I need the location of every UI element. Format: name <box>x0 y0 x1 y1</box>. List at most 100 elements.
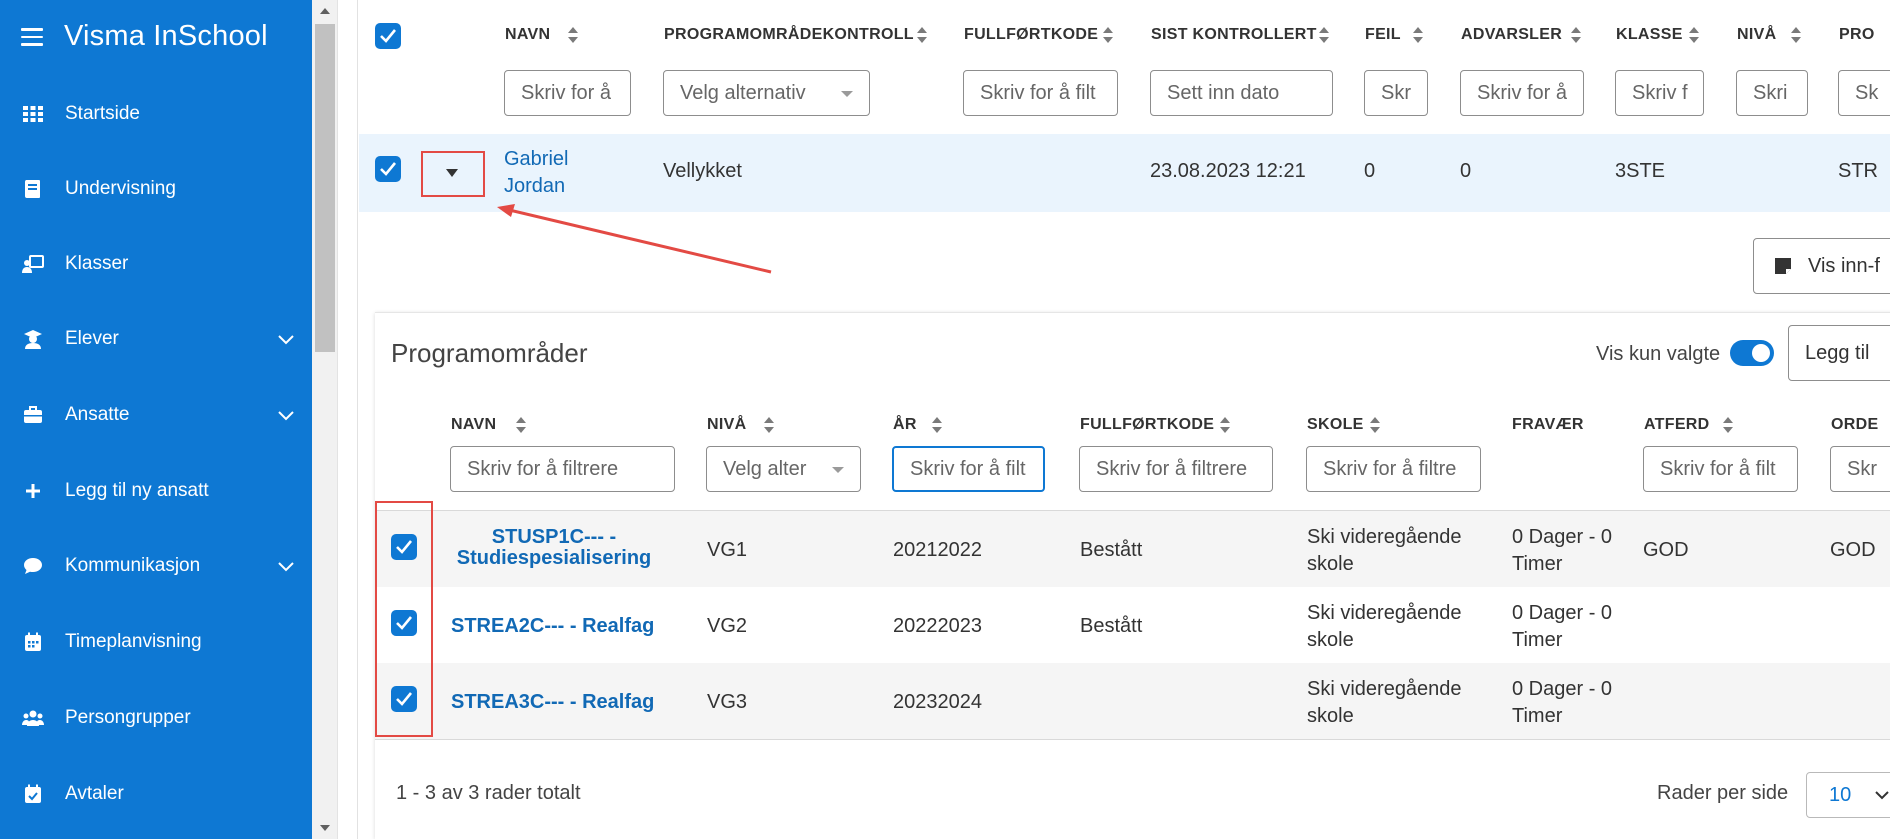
filter-programomradekontroll[interactable]: Velg alternativ <box>663 70 870 116</box>
filter-niva[interactable]: Skri <box>1736 70 1808 116</box>
annotation-highlight-box <box>421 151 485 197</box>
subheader-fullfortkode[interactable]: FULLFØRTKODE <box>1080 416 1214 434</box>
subheader-skole[interactable]: SKOLE <box>1307 416 1364 434</box>
programomrade-link[interactable]: STREA2C--- - Realfag <box>451 615 654 638</box>
skole-line: skole <box>1307 629 1354 651</box>
vis-inn-button[interactable]: Vis inn-f <box>1753 238 1890 294</box>
calendar-icon <box>25 632 41 651</box>
sort-icon[interactable] <box>764 417 774 433</box>
header-pro[interactable]: PRO <box>1839 26 1875 44</box>
sidebar-item-klasser[interactable]: Klasser <box>0 234 312 294</box>
sort-icon[interactable] <box>568 27 578 43</box>
chevron-down-icon[interactable] <box>276 329 296 349</box>
sidebar-item-persongrupper[interactable]: Persongrupper <box>0 688 312 748</box>
header-advarsler[interactable]: ADVARSLER <box>1461 26 1562 44</box>
hamburger-menu-icon[interactable] <box>21 28 43 46</box>
legg-til-button[interactable]: Legg til <box>1788 325 1890 381</box>
student-name-link[interactable]: Gabriel Jordan <box>504 146 568 200</box>
filter-fullfortkode[interactable]: Skriv for å filt <box>963 70 1118 116</box>
sort-icon[interactable] <box>1319 27 1329 43</box>
header-navn[interactable]: NAVN <box>505 26 550 44</box>
sidebar-item-label: Elever <box>65 328 119 349</box>
cell-skole: Ski videregående skole <box>1307 676 1462 730</box>
fravaer-line: 0 Dager - 0 <box>1512 602 1613 624</box>
header-sist-kontrollert[interactable]: SIST KONTROLLERT <box>1151 26 1317 44</box>
subheader-atferd[interactable]: ATFERD <box>1644 416 1710 434</box>
filter-advarsler[interactable]: Skriv for å <box>1460 70 1584 116</box>
vis-kun-valgte-toggle[interactable] <box>1730 340 1774 366</box>
sort-icon[interactable] <box>516 417 526 433</box>
programomrade-link[interactable]: STREA3C--- - Realfag <box>451 691 654 714</box>
header-niva[interactable]: NIVÅ <box>1737 26 1776 44</box>
chevron-down-icon[interactable] <box>276 405 296 425</box>
subfilter-skole[interactable]: Skriv for å filtre <box>1306 446 1481 492</box>
sidebar-item-startside[interactable]: Startside <box>0 84 312 144</box>
cell-orden: GOD <box>1830 539 1876 561</box>
sort-icon[interactable] <box>1413 27 1423 43</box>
programomrade-link[interactable]: STUSP1C--- - Studiespesialisering <box>451 527 657 569</box>
header-programomradekontroll[interactable]: PROGRAMOMRÅDEKONTROLL <box>664 26 914 44</box>
sort-icon[interactable] <box>1791 27 1801 43</box>
sidebar: Visma InSchool Startside Undervisning Kl… <box>0 0 312 839</box>
subfilter-fullfortkode[interactable]: Skriv for å filtrere <box>1079 446 1273 492</box>
chevron-down-icon[interactable] <box>276 556 296 576</box>
skole-line: skole <box>1307 553 1354 575</box>
scroll-down-icon[interactable] <box>320 825 330 831</box>
filter-navn[interactable]: Skriv for å <box>504 70 631 116</box>
sidebar-item-legg-til-ny-ansatt[interactable]: Legg til ny ansatt <box>0 461 312 521</box>
programomrade-name: Studiespesialisering <box>456 547 652 569</box>
subheader-orden[interactable]: ORDE <box>1831 416 1878 434</box>
sidebar-item-elever[interactable]: Elever <box>0 309 312 369</box>
rows-per-page-select[interactable]: 10 <box>1806 772 1890 818</box>
filter-klasse[interactable]: Skriv f <box>1615 70 1704 116</box>
filter-pro[interactable]: Sk <box>1838 70 1890 116</box>
sidebar-item-undervisning[interactable]: Undervisning <box>0 159 312 219</box>
divider <box>375 739 1890 740</box>
cell-fravaer: 0 Dager - 0 Timer <box>1512 524 1612 578</box>
sidebar-item-kommunikasjon[interactable]: Kommunikasjon <box>0 536 312 596</box>
sort-icon[interactable] <box>1689 27 1699 43</box>
filter-sist-kontrollert[interactable]: Sett inn dato <box>1150 70 1333 116</box>
cell-ar: 20212022 <box>893 539 982 561</box>
annotation-highlight-box <box>375 501 433 737</box>
subheader-navn[interactable]: NAVN <box>451 416 496 434</box>
scroll-up-icon[interactable] <box>320 8 330 14</box>
skole-line: Ski videregående <box>1307 678 1462 700</box>
subfilter-atferd[interactable]: Skriv for å filt <box>1643 446 1798 492</box>
app-title: Visma InSchool <box>64 20 268 52</box>
subfilter-niva[interactable]: Velg alter <box>706 446 861 492</box>
fravaer-line: 0 Dager - 0 <box>1512 526 1613 548</box>
cell-klasse: 3STE <box>1615 160 1666 182</box>
sort-icon[interactable] <box>1220 417 1230 433</box>
scrollbar-thumb[interactable] <box>315 24 335 352</box>
row-checkbox[interactable] <box>375 156 401 182</box>
header-fullfortkode[interactable]: FULLFØRTKODE <box>964 26 1098 44</box>
sort-icon[interactable] <box>1571 27 1581 43</box>
sort-icon[interactable] <box>932 417 942 433</box>
select-all-checkbox[interactable] <box>375 23 401 49</box>
sort-icon[interactable] <box>1370 417 1380 433</box>
subfilter-orden[interactable]: Skr <box>1830 446 1890 492</box>
sort-icon[interactable] <box>917 27 927 43</box>
sort-icon[interactable] <box>1723 417 1733 433</box>
vertical-scrollbar[interactable] <box>312 0 338 839</box>
header-feil[interactable]: FEIL <box>1365 26 1401 44</box>
subfilter-ar[interactable]: Skriv for å filt <box>892 446 1045 492</box>
programomrade-code: STUSP1C--- - <box>491 526 617 548</box>
subfilter-navn[interactable]: Skriv for å filtrere <box>450 446 675 492</box>
sidebar-item-ansatte[interactable]: Ansatte <box>0 385 312 445</box>
subheader-ar[interactable]: ÅR <box>893 416 917 434</box>
subheader-niva[interactable]: NIVÅ <box>707 416 746 434</box>
sort-icon[interactable] <box>1103 27 1113 43</box>
annotation-arrow <box>497 204 772 274</box>
sidebar-item-avtaler[interactable]: Avtaler <box>0 764 312 824</box>
calendar-check-icon <box>25 784 41 803</box>
skole-line: Ski videregående <box>1307 526 1462 548</box>
sidebar-item-timeplanvisning[interactable]: Timeplanvisning <box>0 612 312 672</box>
cell-ar: 20232024 <box>893 691 982 713</box>
cell-skole: Ski videregående skole <box>1307 600 1462 654</box>
cell-fullfortkode: Bestått <box>1080 539 1143 561</box>
header-klasse[interactable]: KLASSE <box>1616 26 1683 44</box>
filter-feil[interactable]: Skr <box>1364 70 1428 116</box>
sidebar-item-label: Legg til ny ansatt <box>65 480 209 501</box>
